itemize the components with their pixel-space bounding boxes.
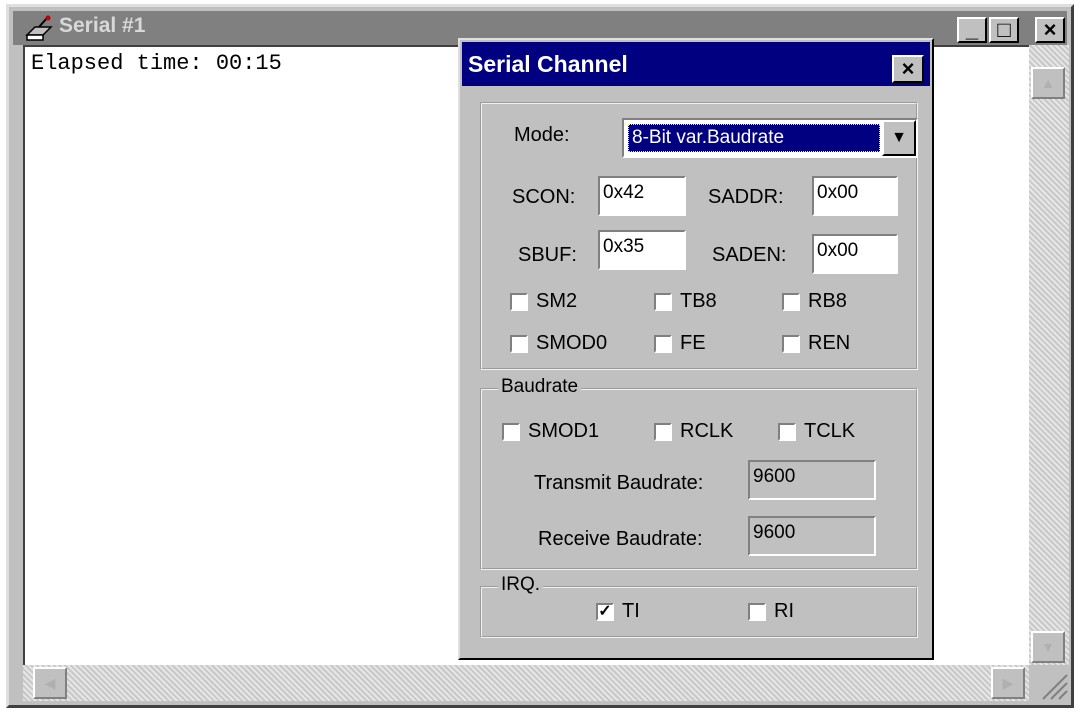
registers-group: Mode: 8-Bit var.Baudrate ▼ SCON: 0x42 SA… [480, 102, 918, 370]
sm2-checkbox[interactable]: SM2 [510, 290, 577, 313]
ti-checkbox[interactable]: ✓ TI [596, 600, 640, 623]
sm2-label: SM2 [536, 290, 578, 312]
serial-channel-dialog: Serial Channel × Mode: 8-Bit var.Baudrat… [458, 38, 934, 660]
receive-baudrate-field: 9600 [748, 516, 876, 556]
sbuf-label: SBUF: [518, 244, 577, 266]
sm2-box[interactable] [510, 292, 528, 311]
rb8-label: RB8 [808, 290, 847, 312]
ri-box[interactable] [748, 602, 766, 621]
tclk-checkbox[interactable]: TCLK [778, 420, 855, 443]
sbuf-field[interactable]: 0x35 [598, 230, 686, 270]
transmit-baudrate-field: 9600 [748, 460, 876, 500]
resize-grip-icon[interactable] [1029, 665, 1069, 701]
fe-checkbox[interactable]: FE [654, 332, 706, 355]
ren-box[interactable] [782, 334, 800, 353]
ti-box[interactable]: ✓ [596, 602, 614, 621]
ren-checkbox[interactable]: REN [782, 332, 850, 355]
chevron-down-icon[interactable]: ▼ [882, 120, 916, 156]
smod1-checkbox[interactable]: SMOD1 [502, 420, 599, 443]
saddr-field[interactable]: 0x00 [812, 176, 898, 216]
irq-group-label: IRQ. [498, 574, 544, 596]
baudrate-group: Baudrate SMOD1 RCLK TCLK Transmit Baudra… [480, 376, 918, 570]
serial-port-icon [25, 15, 53, 41]
window-title: Serial #1 [59, 14, 146, 37]
scon-label: SCON: [512, 186, 576, 208]
rclk-box[interactable] [654, 422, 672, 441]
smod0-box[interactable] [510, 334, 528, 353]
mode-value: 8-Bit var.Baudrate [628, 124, 880, 152]
receive-baudrate-label: Receive Baudrate: [538, 528, 703, 550]
mode-label: Mode: [514, 124, 570, 146]
dialog-close-button[interactable]: × [892, 55, 924, 83]
rclk-label: RCLK [680, 420, 734, 442]
smod0-checkbox[interactable]: SMOD0 [510, 332, 607, 355]
arrow-down-icon[interactable]: ▼ [1031, 631, 1065, 663]
tb8-label: TB8 [680, 290, 717, 312]
fe-box[interactable] [654, 334, 672, 353]
tclk-label: TCLK [804, 420, 856, 442]
irq-group: IRQ. ✓ TI RI [480, 574, 918, 638]
fe-label: FE [680, 332, 706, 354]
vertical-scrollbar[interactable]: ▲ ▼ [1029, 45, 1069, 665]
smod0-label: SMOD0 [536, 332, 608, 354]
tb8-checkbox[interactable]: TB8 [654, 290, 717, 313]
elapsed-time-text: Elapsed time: 00:15 [31, 51, 282, 76]
rb8-box[interactable] [782, 292, 800, 311]
close-button[interactable]: × [1035, 17, 1065, 43]
arrow-right-icon[interactable]: ▶ [991, 667, 1025, 699]
ren-label: REN [808, 332, 851, 354]
horizontal-scrollbar[interactable]: ◀ ▶ [23, 665, 1029, 701]
rclk-checkbox[interactable]: RCLK [654, 420, 733, 443]
tb8-box[interactable] [654, 292, 672, 311]
scon-field[interactable]: 0x42 [598, 176, 686, 216]
arrow-left-icon[interactable]: ◀ [33, 667, 67, 699]
minimize-button[interactable]: _ [957, 17, 987, 43]
mode-select[interactable]: 8-Bit var.Baudrate ▼ [622, 118, 918, 158]
rb8-checkbox[interactable]: RB8 [782, 290, 847, 313]
tclk-box[interactable] [778, 422, 796, 441]
ri-label: RI [774, 600, 794, 622]
smod1-box[interactable] [502, 422, 520, 441]
saden-label: SADEN: [712, 244, 787, 266]
saden-field[interactable]: 0x00 [812, 234, 898, 274]
dialog-title-bar[interactable]: Serial Channel × [462, 42, 930, 86]
smod1-label: SMOD1 [528, 420, 600, 442]
ri-checkbox[interactable]: RI [748, 600, 794, 623]
saddr-label: SADDR: [708, 186, 784, 208]
transmit-baudrate-label: Transmit Baudrate: [534, 472, 704, 494]
maximize-button[interactable]: □ [989, 17, 1019, 43]
baudrate-group-label: Baudrate [498, 376, 582, 398]
arrow-up-icon[interactable]: ▲ [1031, 67, 1065, 99]
dialog-title: Serial Channel [468, 51, 628, 77]
ti-label: TI [622, 600, 640, 622]
